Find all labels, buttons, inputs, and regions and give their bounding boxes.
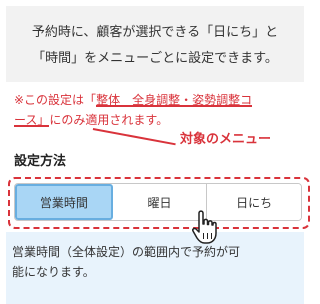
description-line-2: 能になります。 xyxy=(12,265,95,279)
info-text-line-2: 「時間」をメニューごとに設定できます。 xyxy=(32,51,278,66)
segment-date[interactable]: 日にち xyxy=(207,184,301,220)
note-prefix: ※この設定は「 xyxy=(14,93,97,107)
description-line-1: 営業時間（全体設定）の範囲内で予約が可 xyxy=(12,245,241,259)
method-description-box: 営業時間（全体設定）の範囲内で予約が可 能になります。 xyxy=(6,232,304,304)
info-box: 予約時に、顧客が選択できる「日にち」と 「時間」をメニューごとに設定できます。 xyxy=(6,6,304,82)
callout-target-menu: 対象のメニュー xyxy=(180,132,272,147)
info-text-line-1: 予約時に、顧客が選択できる「日にち」と xyxy=(31,25,279,40)
section-title: 設定方法 xyxy=(14,154,67,169)
segment-business-hours[interactable]: 営業時間 xyxy=(15,184,113,220)
note-line-1: ※この設定は「整体 全身調整・姿勢調整コ xyxy=(14,91,252,109)
setting-method-segmented-control: 営業時間 曜日 日にち xyxy=(14,183,302,221)
note-menu-name-part-1: 整体 全身調整・姿勢調整コ xyxy=(96,93,253,107)
hand-pointer-icon xyxy=(192,210,217,244)
note-suffix: にのみ適用されます。 xyxy=(49,113,169,127)
callout-pointer-line xyxy=(92,128,176,145)
note-line-2: ース」にのみ適用されます。 xyxy=(14,111,168,129)
note-menu-name-part-2: ース」 xyxy=(14,113,50,127)
